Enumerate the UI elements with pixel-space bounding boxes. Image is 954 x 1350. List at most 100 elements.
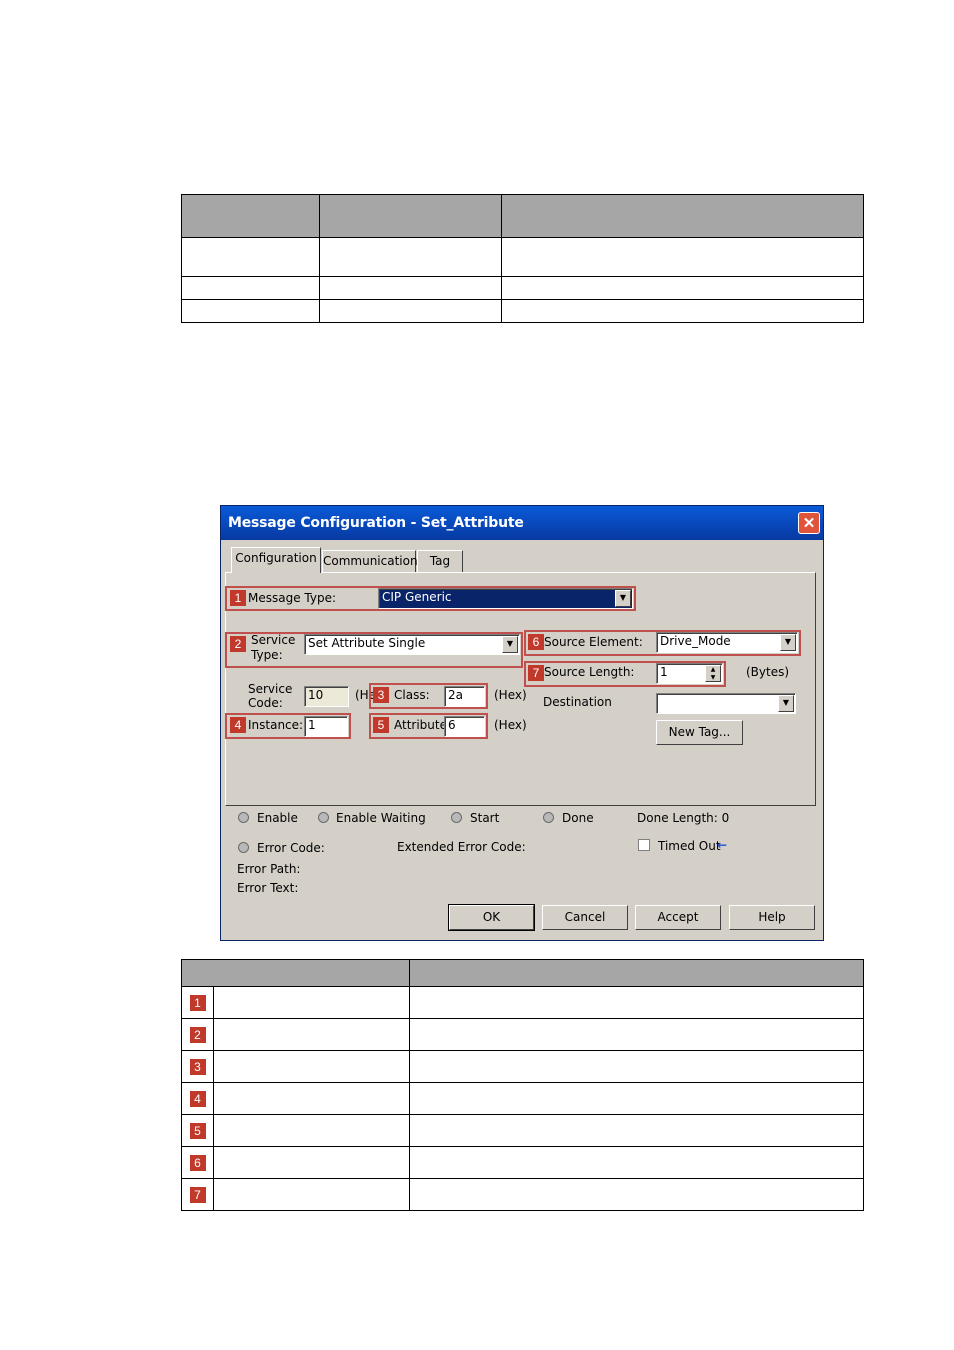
error-text-label: Error Text:: [237, 881, 299, 895]
legend-badge-4: 4: [189, 1090, 206, 1107]
legend-cell: [213, 1050, 410, 1083]
start-led-icon: [451, 812, 462, 823]
attribute-unit: (Hex): [494, 718, 527, 732]
legend-number-cell: 6: [181, 1146, 214, 1179]
tab-configuration[interactable]: Configuration: [231, 547, 321, 573]
legend-cell: [409, 1114, 864, 1147]
legend-badge-2: 2: [189, 1026, 206, 1043]
service-code-field[interactable]: 10: [304, 686, 349, 707]
source-length-label: Source Length:: [544, 665, 635, 679]
top-table-cell: [319, 237, 502, 277]
close-icon[interactable]: ✕: [798, 512, 820, 534]
legend-cell: [409, 986, 864, 1019]
legend-cell: [213, 1178, 410, 1211]
title-bar[interactable]: Message Configuration - Set_Attribute ✕: [221, 506, 823, 540]
service-code-label-1: Service: [248, 682, 293, 696]
badge-4: 4: [230, 717, 246, 733]
new-tag-button[interactable]: New Tag...: [656, 720, 743, 745]
legend-cell: [213, 1082, 410, 1115]
top-table-header-2: [319, 194, 502, 238]
attribute-label: Attribute:: [394, 718, 452, 732]
attribute-field[interactable]: 6: [444, 716, 485, 737]
error-code-label: Error Code:: [257, 841, 325, 855]
legend-cell: [213, 1146, 410, 1179]
chevron-down-icon[interactable]: ▼: [780, 634, 796, 651]
dialog-title: Message Configuration - Set_Attribute: [228, 515, 524, 531]
badge-7: 7: [528, 665, 544, 681]
tab-communication[interactable]: Communication: [322, 550, 418, 572]
chevron-down-icon[interactable]: ▼: [502, 636, 518, 653]
destination-label: Destination: [543, 695, 612, 709]
legend-number-cell: 2: [181, 1018, 214, 1051]
source-element-label: Source Element:: [544, 635, 643, 649]
legend-cell: [409, 1050, 864, 1083]
badge-6: 6: [528, 634, 544, 650]
destination-select[interactable]: ▼: [656, 693, 796, 714]
extended-error-code-label: Extended Error Code:: [397, 840, 526, 854]
class-field[interactable]: 2a: [444, 686, 485, 707]
enable-waiting-led-icon: [318, 812, 329, 823]
legend-cell: [409, 1018, 864, 1051]
table-row: 6: [181, 1146, 864, 1179]
enable-waiting-status: Enable Waiting: [336, 811, 426, 825]
legend-number-cell: 7: [181, 1178, 214, 1211]
table-row: 2: [181, 1018, 864, 1051]
top-table-cell: [319, 299, 502, 323]
badge-1: 1: [230, 590, 246, 606]
top-table-cell: [501, 299, 864, 323]
message-type-select[interactable]: CIP Generic ▼: [378, 588, 633, 609]
enable-led-icon: [238, 812, 249, 823]
legend-number-cell: 4: [181, 1082, 214, 1115]
top-table-cell: [181, 276, 320, 300]
source-length-spinner[interactable]: 1 ▲ ▼: [656, 663, 723, 684]
timed-out-arrow-icon: ←: [717, 838, 728, 852]
instance-field[interactable]: 1: [304, 716, 348, 737]
top-table-cell: [501, 237, 864, 277]
service-code-label-2: Code:: [248, 696, 283, 710]
timed-out-checkbox[interactable]: [638, 839, 650, 851]
legend-cell: [213, 986, 410, 1019]
timed-out-label: Timed Out: [658, 839, 721, 853]
legend-table-header-1: [181, 959, 410, 987]
help-button[interactable]: Help: [729, 905, 815, 930]
table-row: 5: [181, 1114, 864, 1147]
source-length-value: 1: [660, 665, 668, 679]
badge-3: 3: [373, 687, 389, 703]
ok-button[interactable]: OK: [448, 904, 535, 931]
legend-table-header-2: [409, 959, 864, 987]
table-row: 3: [181, 1050, 864, 1083]
source-element-value: Drive_Mode: [660, 634, 731, 648]
legend-cell: [409, 1178, 864, 1211]
legend-table: 1 2 3 4 5 6 7: [181, 959, 864, 1211]
class-unit: (Hex): [494, 688, 527, 702]
done-led-icon: [543, 812, 554, 823]
error-path-label: Error Path:: [237, 862, 301, 876]
spinner-arrows-icon[interactable]: ▲ ▼: [705, 665, 721, 682]
tab-tag[interactable]: Tag: [417, 550, 463, 572]
legend-badge-5: 5: [189, 1122, 206, 1139]
legend-badge-1: 1: [189, 994, 206, 1011]
top-table-cell: [319, 276, 502, 300]
table-row: 1: [181, 986, 864, 1019]
legend-badge-3: 3: [189, 1058, 206, 1075]
message-type-label: Message Type:: [248, 591, 337, 605]
accept-button[interactable]: Accept: [635, 905, 721, 930]
top-table-cell: [501, 276, 864, 300]
top-table-header-3: [501, 194, 864, 238]
legend-badge-7: 7: [189, 1186, 206, 1203]
message-configuration-dialog: Message Configuration - Set_Attribute ✕ …: [220, 505, 824, 941]
message-type-value: CIP Generic: [382, 590, 452, 604]
service-type-select[interactable]: Set Attribute Single ▼: [304, 634, 520, 655]
source-element-select[interactable]: Drive_Mode ▼: [656, 632, 798, 653]
enable-status: Enable: [257, 811, 298, 825]
chevron-down-icon[interactable]: ▼: [615, 590, 631, 607]
top-table-cell: [181, 237, 320, 277]
cancel-button[interactable]: Cancel: [542, 905, 628, 930]
legend-cell: [409, 1146, 864, 1179]
done-length: Done Length: 0: [637, 811, 730, 825]
error-code-led-icon: [238, 842, 249, 853]
legend-cell: [213, 1018, 410, 1051]
legend-cell: [213, 1114, 410, 1147]
chevron-down-icon[interactable]: ▼: [778, 695, 794, 712]
top-table-header-1: [181, 194, 320, 238]
